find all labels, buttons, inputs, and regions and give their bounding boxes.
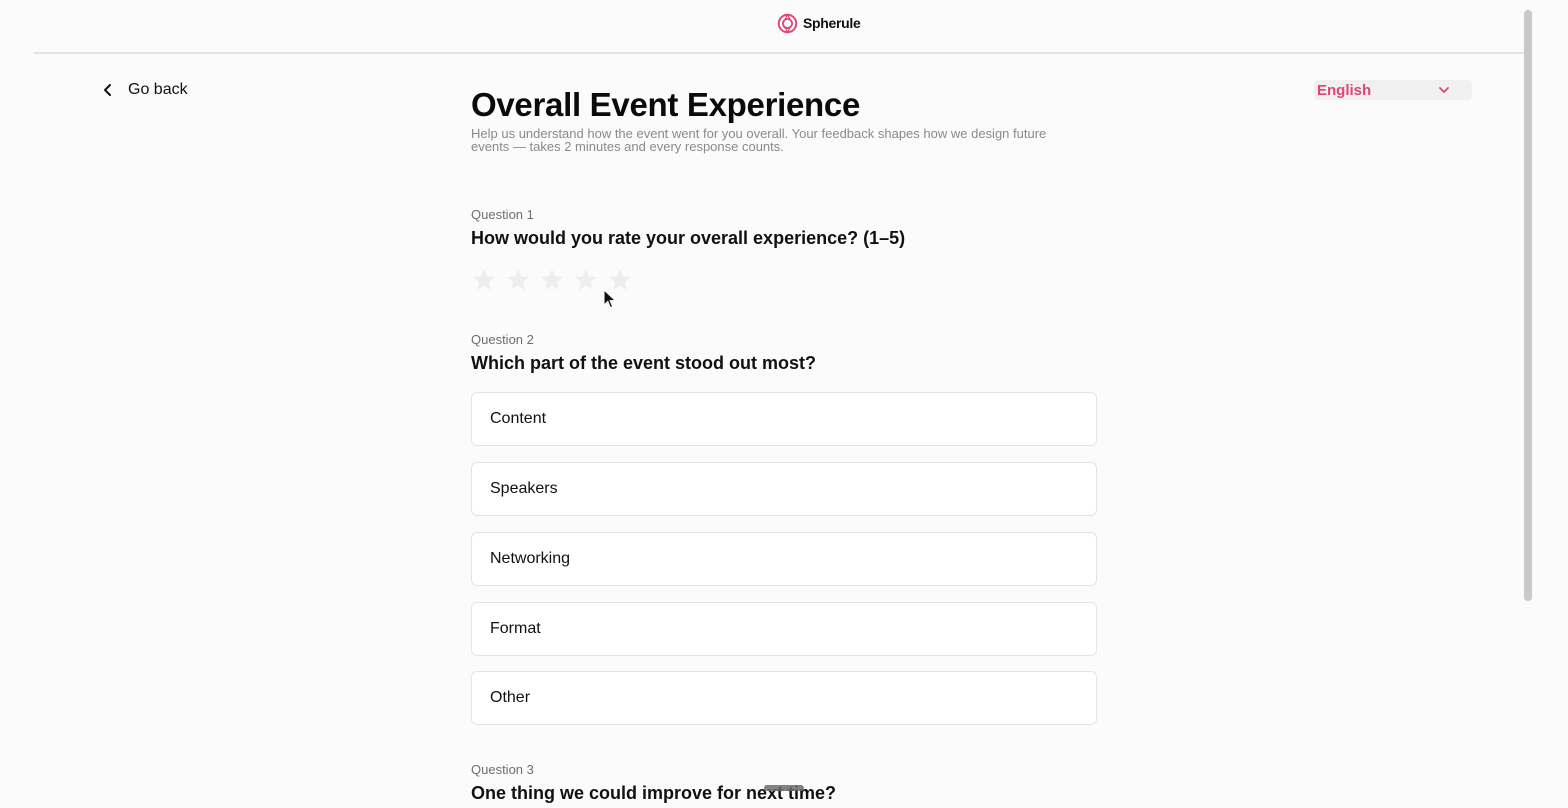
scroll-indicator <box>764 785 804 791</box>
language-select[interactable]: English <box>1314 80 1472 100</box>
option-format[interactable]: Format <box>471 602 1097 656</box>
language-selected-value: English <box>1317 81 1372 99</box>
question-1-number: Question 1 <box>471 207 534 222</box>
option-label: Other <box>490 689 531 706</box>
question-1-text: How would you rate your overall experien… <box>471 228 906 248</box>
option-other[interactable]: Other <box>471 671 1097 725</box>
brand-name: Spherule <box>803 15 861 31</box>
brand[interactable]: Spherule <box>777 11 861 35</box>
question-2-text: Which part of the event stood out most? <box>471 353 816 373</box>
page-subtitle: Help us understand how the event went fo… <box>471 126 1047 154</box>
top-bar: Spherule <box>34 0 1524 54</box>
star-icon[interactable] <box>505 267 531 293</box>
question-2-number: Question 2 <box>471 332 534 347</box>
option-label: Format <box>490 620 541 637</box>
option-label: Networking <box>490 550 571 567</box>
chevron-down-icon <box>1439 87 1449 93</box>
mouse-cursor-icon <box>603 289 617 309</box>
scrollbar[interactable] <box>1524 10 1532 601</box>
page-title: Overall Event Experience <box>471 86 861 123</box>
option-networking[interactable]: Networking <box>471 532 1097 586</box>
option-content[interactable]: Content <box>471 392 1097 446</box>
spherule-logo-icon <box>777 12 798 34</box>
go-back-label: Go back <box>128 81 188 98</box>
option-speakers[interactable]: Speakers <box>471 462 1097 516</box>
go-back-button[interactable]: Go back <box>100 78 188 102</box>
question-3-number: Question 3 <box>471 762 534 777</box>
star-icon[interactable] <box>471 267 497 293</box>
option-label: Content <box>490 410 547 427</box>
chevron-left-icon <box>104 84 111 96</box>
option-label: Speakers <box>490 480 558 497</box>
star-icon[interactable] <box>539 267 565 293</box>
star-icon[interactable] <box>573 267 599 293</box>
